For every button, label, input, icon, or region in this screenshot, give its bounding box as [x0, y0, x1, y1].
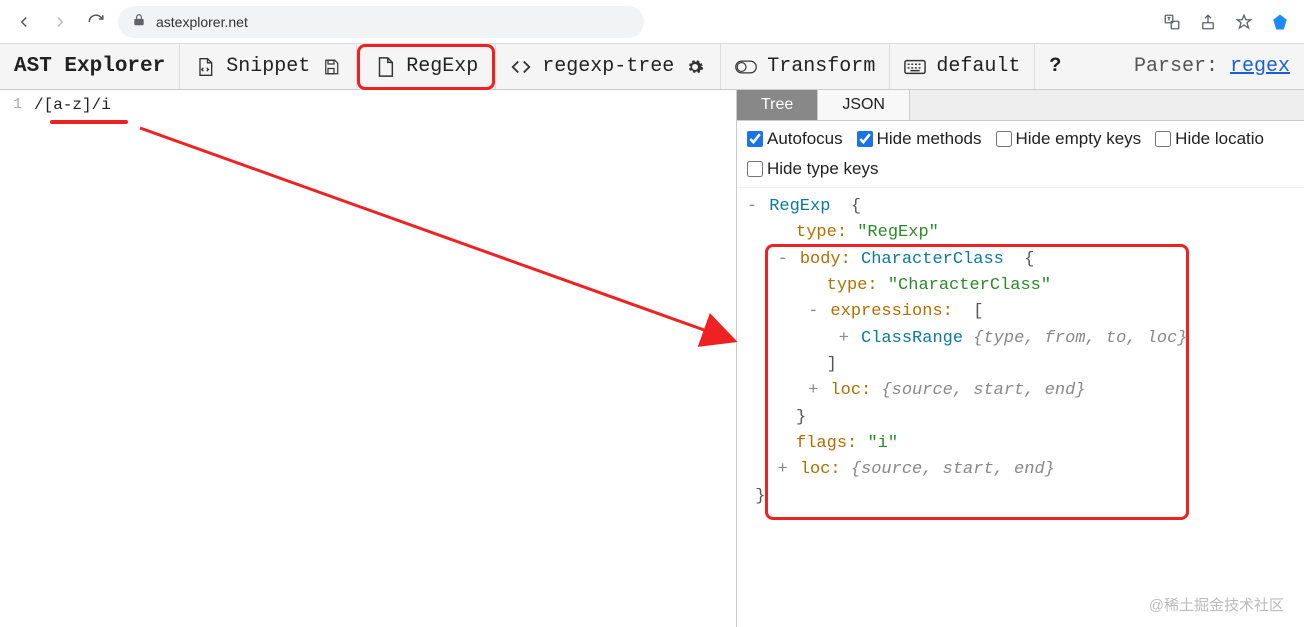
- extension-icon[interactable]: [1266, 8, 1294, 36]
- browser-chrome: astexplorer.net: [0, 0, 1304, 44]
- bookmark-icon[interactable]: [1230, 8, 1258, 36]
- main-split: 1 /[a-z]/i Tree JSON Autofocus Hide meth…: [0, 90, 1304, 627]
- code-file-icon: [194, 56, 216, 78]
- snippet-group[interactable]: Snippet: [180, 44, 356, 89]
- app-toolbar: AST Explorer Snippet RegExp regexp-tree …: [0, 44, 1304, 90]
- tab-tree[interactable]: Tree: [737, 90, 818, 120]
- expand-icon[interactable]: +: [806, 378, 820, 404]
- share-icon[interactable]: [1194, 8, 1222, 36]
- toggle-icon: [735, 56, 757, 78]
- collapse-icon[interactable]: -: [806, 299, 820, 325]
- default-group[interactable]: default: [890, 44, 1034, 89]
- opt-autofocus[interactable]: Autofocus: [747, 129, 843, 149]
- language-group[interactable]: RegExp: [357, 44, 495, 90]
- regexptree-label: regexp-tree: [542, 55, 674, 78]
- file-icon: [374, 56, 396, 78]
- opt-hide-methods[interactable]: Hide methods: [857, 129, 982, 149]
- tab-json[interactable]: JSON: [818, 90, 910, 120]
- parser-indicator: Parser: regex: [1120, 55, 1304, 78]
- translate-icon[interactable]: [1158, 8, 1186, 36]
- reload-button[interactable]: [82, 8, 110, 36]
- expand-icon[interactable]: +: [837, 326, 851, 352]
- app-logo[interactable]: AST Explorer: [0, 55, 179, 78]
- code-editor[interactable]: 1 /[a-z]/i: [0, 90, 737, 627]
- watermark: @稀土掘金技术社区: [1149, 594, 1284, 615]
- opt-hide-empty[interactable]: Hide empty keys: [996, 129, 1142, 149]
- save-icon[interactable]: [320, 56, 342, 78]
- opt-hide-type[interactable]: Hide type keys: [747, 159, 879, 179]
- regexp-label: RegExp: [406, 55, 478, 78]
- help-button[interactable]: ?: [1035, 44, 1075, 89]
- parser-link[interactable]: regex: [1230, 55, 1290, 78]
- keyboard-icon: [904, 56, 926, 78]
- parser-group[interactable]: regexp-tree: [496, 44, 720, 89]
- ast-tree[interactable]: - RegExp { type: "RegExp" - body: Charac…: [737, 188, 1304, 518]
- code-icon: [510, 56, 532, 78]
- lock-icon: [132, 13, 146, 30]
- opt-hide-location[interactable]: Hide locatio: [1155, 129, 1264, 149]
- code-line[interactable]: /[a-z]/i: [0, 90, 736, 114]
- output-tabs: Tree JSON: [737, 90, 1304, 121]
- back-button[interactable]: [10, 8, 38, 36]
- output-panel: Tree JSON Autofocus Hide methods Hide em…: [737, 90, 1304, 627]
- line-gutter: 1: [0, 90, 28, 113]
- forward-button[interactable]: [46, 8, 74, 36]
- tree-options: Autofocus Hide methods Hide empty keys H…: [737, 121, 1304, 188]
- url-bar[interactable]: astexplorer.net: [118, 6, 644, 38]
- collapse-icon[interactable]: -: [745, 194, 759, 220]
- expand-icon[interactable]: +: [776, 457, 790, 483]
- default-label: default: [936, 55, 1020, 78]
- url-text: astexplorer.net: [156, 14, 248, 30]
- transform-group[interactable]: Transform: [721, 44, 889, 89]
- snippet-label: Snippet: [226, 55, 310, 78]
- annotation-underline: [50, 120, 128, 124]
- transform-label: Transform: [767, 55, 875, 78]
- collapse-icon[interactable]: -: [776, 247, 790, 273]
- gear-icon[interactable]: [684, 56, 706, 78]
